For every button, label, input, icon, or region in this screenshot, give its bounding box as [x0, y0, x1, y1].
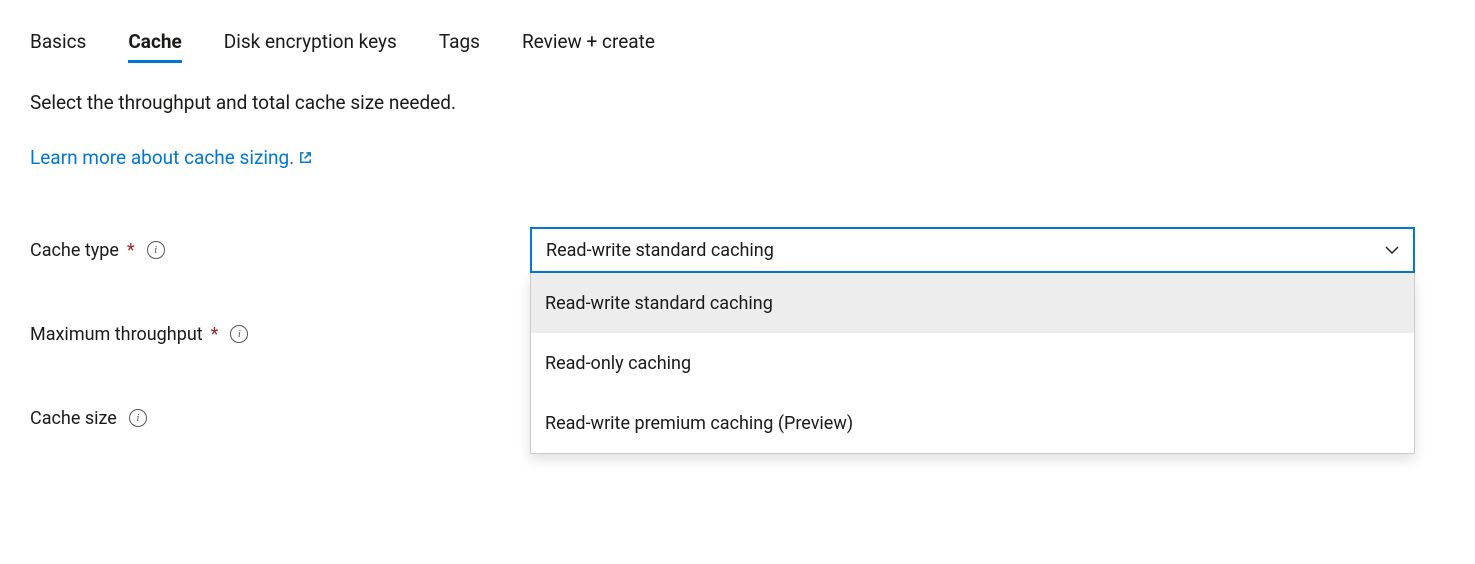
max-throughput-label-wrap: Maximum throughput * i — [30, 324, 530, 345]
tab-tags[interactable]: Tags — [439, 30, 480, 63]
cache-type-label: Cache type — [30, 240, 119, 261]
tabs-bar: Basics Cache Disk encryption keys Tags R… — [30, 30, 1445, 63]
cache-type-dropdown: Read-write standard caching Read-only ca… — [530, 273, 1415, 454]
info-icon[interactable]: i — [230, 325, 248, 343]
page-description: Select the throughput and total cache si… — [30, 91, 1445, 114]
tab-basics[interactable]: Basics — [30, 30, 86, 63]
chevron-down-icon — [1385, 246, 1399, 254]
external-link-icon — [298, 150, 313, 165]
tab-disk-encryption-keys[interactable]: Disk encryption keys — [224, 30, 397, 63]
tab-review-create[interactable]: Review + create — [522, 30, 655, 63]
cache-type-select[interactable]: Read-write standard caching — [530, 227, 1415, 273]
cache-type-row: Cache type * i Read-write standard cachi… — [30, 227, 1445, 273]
cache-type-selected-value: Read-write standard caching — [546, 240, 774, 261]
cache-type-option[interactable]: Read-only caching — [531, 333, 1414, 393]
cache-type-label-wrap: Cache type * i — [30, 240, 530, 261]
max-throughput-label: Maximum throughput — [30, 324, 203, 345]
cache-type-option[interactable]: Read-write standard caching — [531, 273, 1414, 333]
tab-cache[interactable]: Cache — [128, 30, 181, 63]
cache-type-control: Read-write standard caching Read-write s… — [530, 227, 1415, 273]
learn-more-text: Learn more about cache sizing. — [30, 146, 294, 169]
required-indicator: * — [211, 324, 219, 345]
learn-more-link[interactable]: Learn more about cache sizing. — [30, 146, 313, 169]
required-indicator: * — [127, 240, 135, 261]
cache-size-label-wrap: Cache size i — [30, 408, 530, 429]
cache-type-option[interactable]: Read-write premium caching (Preview) — [531, 393, 1414, 453]
info-icon[interactable]: i — [147, 241, 165, 259]
info-icon[interactable]: i — [129, 409, 147, 427]
cache-size-label: Cache size — [30, 408, 117, 429]
